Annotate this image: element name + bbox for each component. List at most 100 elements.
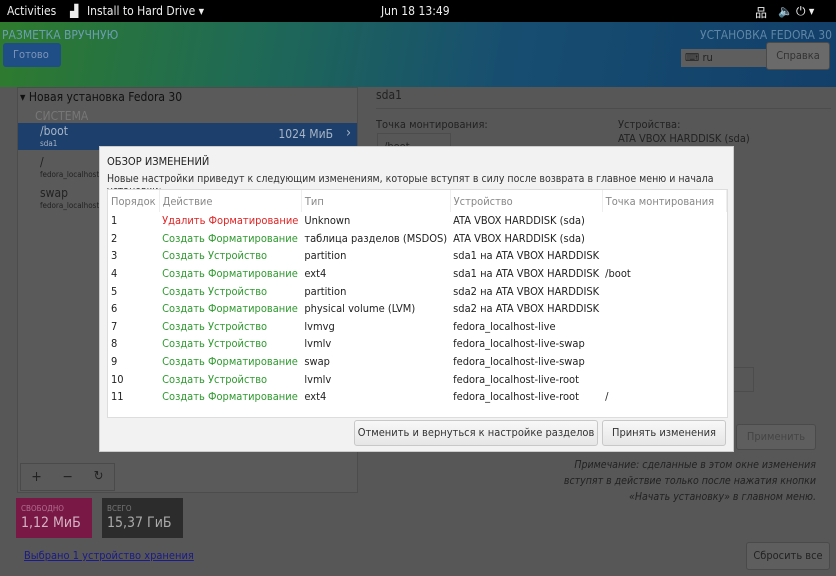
action-cell: Создать Форматирование xyxy=(162,355,298,369)
partition-item-root[interactable]: / xyxy=(40,155,44,169)
chevron-right-icon: › xyxy=(345,125,351,141)
device-cell: ATA VBOX HARDDISK (sda) xyxy=(453,231,585,245)
action-cell: Удалить Форматирование xyxy=(162,214,299,228)
table-row[interactable]: 2 Создать Форматирование таблица разделов … xyxy=(108,230,727,248)
device-cell: fedora_localhost-live-swap xyxy=(453,355,585,369)
changes-table[interactable]: Порядок Действие Тип Устройство Точка мо… xyxy=(107,189,728,418)
dialog-title: ОБЗОР ИЗМЕНЕНИЙ xyxy=(107,155,210,168)
order-cell: 8 xyxy=(111,337,118,351)
keyboard-layout-value: ru xyxy=(702,51,713,64)
column-type[interactable]: Тип xyxy=(301,190,451,212)
storage-devices-link[interactable]: Выбрано 1 устройство хранения xyxy=(24,549,194,562)
app-menu-icon: ▟ xyxy=(70,4,79,18)
table-row[interactable]: 3 Создать Устройство partition sda1 на ATA … xyxy=(108,247,727,265)
column-action[interactable]: Действие xyxy=(159,190,302,212)
mount-point-label: Точка монтирования: xyxy=(376,118,488,131)
type-cell: physical volume (LVM) xyxy=(304,302,416,316)
action-cell: Создать Форматирование xyxy=(162,302,298,316)
mount-point-cell xyxy=(602,300,726,318)
action-cell: Создать Устройство xyxy=(162,249,268,263)
type-cell: swap xyxy=(304,355,330,369)
reset-all-button[interactable]: Сбросить все xyxy=(746,542,830,570)
refresh-icon[interactable]: ↻ xyxy=(83,464,114,490)
table-row[interactable]: 6 Создать Форматирование physical volume (… xyxy=(108,300,727,318)
column-mount-point[interactable]: Точка монтирования xyxy=(602,190,728,212)
action-cell: Создать Устройство xyxy=(162,319,268,333)
device-cell: sda2 на ATA VBOX HARDDISK xyxy=(453,284,600,298)
network-icon[interactable]: 品 xyxy=(755,4,767,21)
order-cell: 3 xyxy=(111,249,118,263)
mount-point-cell: /boot xyxy=(605,267,631,281)
order-cell: 9 xyxy=(111,355,118,369)
total-space-badge: ВСЕГО 15,37 ГиБ xyxy=(102,498,183,538)
device-cell: ATA VBOX HARDDISK (sda) xyxy=(453,214,585,228)
order-cell: 2 xyxy=(111,231,118,245)
table-row[interactable]: 8 Создать Устройство lvmlv fedora_localhost… xyxy=(108,335,727,353)
table-row[interactable]: 9 Создать Форматирование swap fedora_localh… xyxy=(108,353,727,371)
mount-point-cell xyxy=(602,230,726,248)
table-row[interactable]: 4 Создать Форматирование ext4 sda1 на ATA V… xyxy=(108,265,727,283)
partition-name: /boot xyxy=(40,124,68,138)
partition-size: 1024 МиБ xyxy=(278,127,333,141)
type-cell: таблица разделов (MSDOS) xyxy=(304,231,448,245)
partition-item-swap[interactable]: swap xyxy=(40,186,68,200)
order-cell: 10 xyxy=(111,372,124,386)
type-cell: Unknown xyxy=(304,214,351,228)
type-cell: lvmlv xyxy=(304,372,332,386)
column-device[interactable]: Устройство xyxy=(450,190,603,212)
keyboard-layout[interactable]: ⌨ ru xyxy=(681,49,766,67)
device-cell: fedora_localhost-live xyxy=(453,319,556,333)
summary-dialog: ОБЗОР ИЗМЕНЕНИЙ Новые настройки приведут… xyxy=(99,146,734,452)
note-text: Примечание: сделанные в этом окне измене… xyxy=(564,457,816,505)
action-cell: Создать Форматирование xyxy=(162,390,298,404)
activities-button[interactable]: Activities xyxy=(7,4,56,18)
order-cell: 7 xyxy=(111,319,118,333)
accept-changes-button[interactable]: Принять изменения xyxy=(602,420,726,446)
install-group-title[interactable]: ▾ Новая установка Fedora 30 xyxy=(20,90,182,104)
device-cell: fedora_localhost-live-root xyxy=(453,372,579,386)
system-label: СИСТЕМА xyxy=(35,109,89,123)
device-cell: sda1 на ATA VBOX HARDDISK xyxy=(453,249,600,263)
action-cell: Создать Устройство xyxy=(162,284,268,298)
order-cell: 4 xyxy=(111,267,118,281)
top-bar: Activities ▟ Install to Hard Drive ▾ Jun… xyxy=(0,0,836,22)
devices-label: Устройства: xyxy=(618,118,681,131)
table-header: Порядок Действие Тип Устройство Точка мо… xyxy=(108,190,728,212)
note-line: Примечание: сделанные в этом окне измене… xyxy=(574,459,816,471)
order-cell: 5 xyxy=(111,284,118,298)
partition-title: sda1 xyxy=(376,88,402,102)
mount-point-cell xyxy=(602,247,726,265)
add-partition-button[interactable]: + xyxy=(21,464,52,490)
table-row[interactable]: 10 Создать Устройство lvmlv fedora_localhos… xyxy=(108,370,727,388)
order-cell: 1 xyxy=(111,214,118,228)
mount-point-cell xyxy=(602,370,726,388)
order-cell: 11 xyxy=(111,390,124,404)
free-label: СВОБОДНО xyxy=(21,504,64,513)
table-row[interactable]: 7 Создать Устройство lvmvg fedora_localhost… xyxy=(108,318,727,336)
clock[interactable]: Jun 18 13:49 xyxy=(381,4,450,18)
mount-point-cell xyxy=(602,212,726,230)
cancel-return-button[interactable]: Отменить и вернуться к настройке раздело… xyxy=(354,420,598,446)
done-button[interactable]: Готово xyxy=(3,43,61,67)
note-line: «Начать установку» в главном меню. xyxy=(629,491,816,503)
divider xyxy=(376,108,831,109)
help-button[interactable]: Справка xyxy=(766,42,830,70)
column-order[interactable]: Порядок xyxy=(108,190,160,212)
remove-partition-button[interactable]: − xyxy=(52,464,83,490)
device-cell: sda1 на ATA VBOX HARDDISK xyxy=(453,267,600,281)
table-row[interactable]: 5 Создать Устройство partition sda2 на ATA … xyxy=(108,282,727,300)
power-icon[interactable]: ⏻ ▾ xyxy=(796,4,814,19)
type-cell: lvmlv xyxy=(304,337,332,351)
app-menu[interactable]: Install to Hard Drive ▾ xyxy=(87,4,204,18)
volume-icon[interactable]: 🔈 xyxy=(778,4,793,18)
device-cell: sda2 на ATA VBOX HARDDISK xyxy=(453,302,600,316)
page-title: РАЗМЕТКА ВРУЧНУЮ xyxy=(2,28,119,42)
table-row[interactable]: 1 Удалить Форматирование Unknown ATA VBOX H… xyxy=(108,212,727,230)
apply-button[interactable]: Применить xyxy=(736,424,816,450)
device-cell: fedora_localhost-live-root xyxy=(453,390,579,404)
mount-point-cell xyxy=(602,353,726,371)
type-cell: partition xyxy=(304,284,347,298)
total-label: ВСЕГО xyxy=(107,504,132,513)
table-row[interactable]: 11 Создать Форматирование ext4 fedora_local… xyxy=(108,388,727,406)
type-cell: ext4 xyxy=(304,390,327,404)
